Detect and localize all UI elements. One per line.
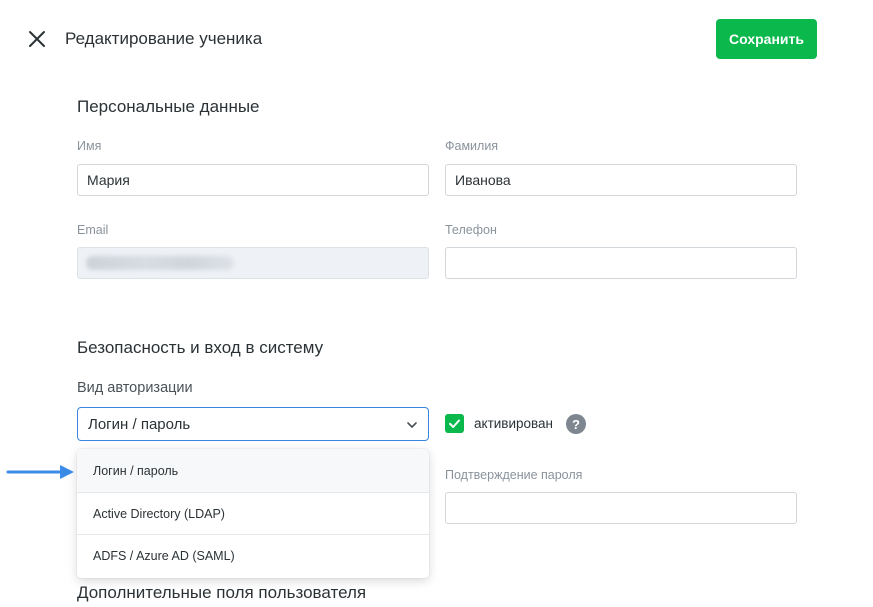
email-redacted-text [86, 256, 234, 270]
auth-type-dropdown: Логин / пароль Active Directory (LDAP) A… [77, 449, 429, 578]
last-name-label: Фамилия [445, 139, 499, 153]
dropdown-option-login-password[interactable]: Логин / пароль [77, 449, 429, 493]
arrow-right-icon [6, 462, 76, 482]
extra-fields-heading: Дополнительные поля пользователя [77, 583, 367, 602]
question-icon[interactable]: ? [566, 414, 586, 434]
first-name-input[interactable] [77, 164, 429, 196]
page-title: Редактирование ученика [65, 29, 263, 48]
auth-type-label: Вид авторизации [77, 380, 193, 396]
auth-type-select[interactable]: Логин / пароль [77, 407, 429, 441]
auth-type-selected-value: Логин / пароль [88, 415, 191, 433]
checkmark-icon [449, 419, 460, 428]
last-name-input[interactable] [445, 164, 797, 196]
activated-checkbox[interactable] [445, 414, 464, 433]
password-confirm-label: Подтверждение пароля [445, 468, 583, 482]
save-button[interactable]: Сохранить [716, 19, 817, 59]
dropdown-option-ldap[interactable]: Active Directory (LDAP) [77, 493, 429, 535]
security-heading: Безопасность и вход в систему [77, 338, 324, 357]
chevron-down-icon [406, 418, 418, 430]
phone-field[interactable] [445, 247, 797, 279]
close-icon[interactable] [26, 28, 48, 50]
password-confirm-field[interactable] [445, 492, 797, 524]
dropdown-option-saml[interactable]: ADFS / Azure AD (SAML) [77, 535, 429, 577]
personal-data-heading: Персональные данные [77, 97, 260, 116]
first-name-label: Имя [77, 139, 102, 153]
email-label: Email [77, 223, 109, 237]
activated-label: активирован [474, 416, 554, 431]
phone-label: Телефон [445, 223, 497, 237]
